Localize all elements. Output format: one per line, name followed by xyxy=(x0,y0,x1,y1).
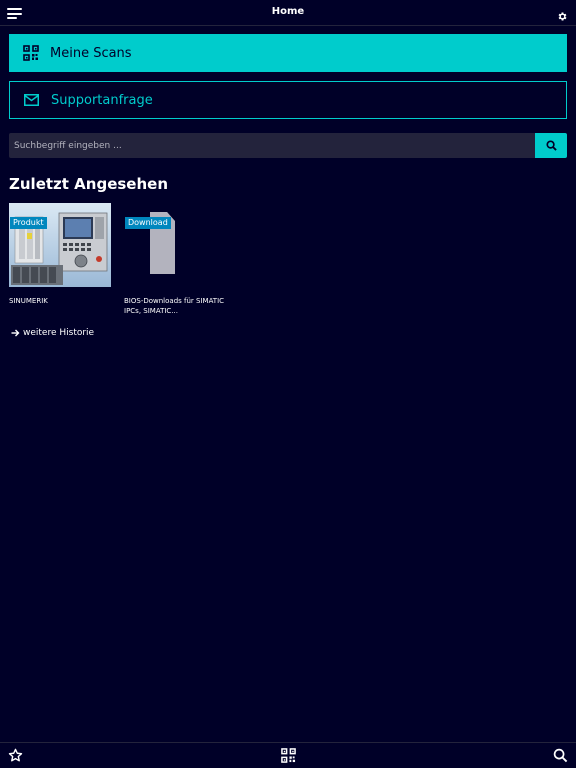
top-bar: Home xyxy=(0,0,576,26)
support-request-tile[interactable]: Supportanfrage xyxy=(9,81,567,119)
my-scans-label: Meine Scans xyxy=(50,45,132,61)
product-image xyxy=(9,203,111,287)
search-nav-button[interactable] xyxy=(553,748,568,763)
bottom-bar xyxy=(0,742,576,768)
star-icon xyxy=(8,748,23,762)
item-title: BIOS-Downloads für SIMATIC IPCs, SIMATIC… xyxy=(124,297,225,315)
settings-button[interactable] xyxy=(557,7,568,21)
recent-item-sinumerik[interactable]: Produkt SINUMERIK xyxy=(9,203,111,306)
download-thumbnail: Download xyxy=(124,203,226,287)
product-thumbnail: Produkt xyxy=(9,203,111,287)
item-title: SINUMERIK xyxy=(9,297,48,305)
qr-code-icon xyxy=(281,748,296,763)
scan-button[interactable] xyxy=(281,748,296,763)
recently-viewed-heading: Zuletzt Angesehen xyxy=(9,175,168,193)
recent-item-bios-downloads[interactable]: Download BIOS-Downloads für SIMATIC IPCs… xyxy=(124,203,226,316)
search-input[interactable] xyxy=(9,133,535,158)
qr-code-icon xyxy=(23,45,39,61)
page-title: Home xyxy=(271,6,305,17)
item-type-badge: Produkt xyxy=(10,217,47,229)
support-request-label: Supportanfrage xyxy=(51,92,153,108)
gear-icon xyxy=(558,12,567,21)
search-icon xyxy=(545,140,557,151)
hamburger-icon xyxy=(7,17,17,19)
favorites-button[interactable] xyxy=(8,748,23,763)
arrow-right-icon xyxy=(11,329,20,337)
search-button[interactable] xyxy=(535,133,567,158)
search-icon xyxy=(553,748,568,763)
more-history-link[interactable]: weitere Historie xyxy=(11,328,94,338)
my-scans-tile[interactable]: Meine Scans xyxy=(9,34,567,72)
document-icon xyxy=(150,212,175,274)
more-history-label: weitere Historie xyxy=(23,328,95,338)
envelope-icon xyxy=(24,94,39,106)
item-type-badge: Download xyxy=(125,217,171,229)
